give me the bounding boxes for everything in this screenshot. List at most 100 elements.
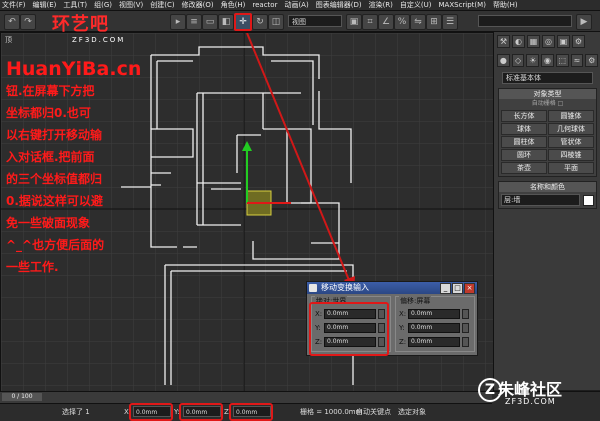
off-y-field[interactable]: 0.0mm xyxy=(408,323,460,333)
tutorial-line: 坐标都归0.也可 xyxy=(6,106,91,120)
reference-coord-dropdown[interactable]: 视图 xyxy=(288,15,342,27)
cylinder-button[interactable]: 圆柱体 xyxy=(501,136,547,148)
time-slider-frame[interactable]: 0 / 100 xyxy=(2,393,42,401)
named-selection-set[interactable] xyxy=(478,15,572,27)
name-color-title[interactable]: 名称和颜色 xyxy=(499,182,596,192)
select-by-name-icon[interactable]: ≡ xyxy=(186,14,202,30)
tutorial-line: 一些工作. xyxy=(6,260,59,274)
align-icon[interactable]: ⊞ xyxy=(426,14,442,30)
selected-objects-dropdown[interactable]: 选定对象 xyxy=(398,406,426,418)
menu-graph-editors[interactable]: 图表编辑器(D) xyxy=(316,0,362,10)
tutorial-line: 0.据说这样可以避 xyxy=(6,194,103,208)
window-crossing-icon[interactable]: ◧ xyxy=(218,14,234,30)
mirror-icon[interactable]: ⇋ xyxy=(410,14,426,30)
z-coord-highlight xyxy=(229,403,273,421)
menu-views[interactable]: 视图(V) xyxy=(119,0,143,10)
modify-tab-icon[interactable]: ◐ xyxy=(512,35,525,48)
systems-icon[interactable]: ⚙ xyxy=(585,54,599,67)
watermark-zf3d-bottom: ZF3D.COM xyxy=(505,397,556,406)
rect-select-icon[interactable]: ▭ xyxy=(202,14,218,30)
select-and-move-icon[interactable]: ✛ xyxy=(234,13,252,31)
object-buttons: 长方体 圆锥体 球体 几何球体 圆柱体 管状体 圆环 四棱锥 茶壶 平面 xyxy=(499,108,596,176)
menu-edit[interactable]: 编辑(E) xyxy=(33,0,57,10)
select-and-scale-icon[interactable]: ◫ xyxy=(268,14,284,30)
geometry-icon[interactable]: ● xyxy=(497,54,510,67)
maximize-icon[interactable]: □ xyxy=(452,283,463,294)
tutorial-line: 入对话框.把前面 xyxy=(6,150,95,164)
absolute-fields-highlight xyxy=(309,302,389,356)
auto-key-button[interactable]: 自动关键点 xyxy=(356,406,391,418)
off-x-spinner[interactable] xyxy=(462,309,469,319)
offset-screen-group: 偏移:屏幕 X: 0.0mm Y: 0.0mm Z: 0.0mm xyxy=(395,296,475,352)
dialog-app-icon xyxy=(309,284,317,292)
menu-rendering[interactable]: 渲染(R) xyxy=(369,0,393,10)
render-icon[interactable]: ▶ xyxy=(576,14,592,30)
select-object-icon[interactable]: ▸ xyxy=(170,14,186,30)
off-z-spinner[interactable] xyxy=(462,337,469,347)
menu-customize[interactable]: 自定义(U) xyxy=(400,0,432,10)
menu-create[interactable]: 创建(C) xyxy=(150,0,174,10)
dialog-title: 移动变换输入 xyxy=(321,283,369,292)
menu-modifiers[interactable]: 修改器(O) xyxy=(182,0,214,10)
autogrid-checkbox[interactable]: 自动栅格 □ xyxy=(499,99,596,108)
shapes-icon[interactable]: ◇ xyxy=(511,54,525,67)
menu-reactor[interactable]: reactor xyxy=(252,0,277,10)
menu-help[interactable]: 帮助(H) xyxy=(493,0,518,10)
menu-maxscript[interactable]: MAXScript(M) xyxy=(439,0,486,10)
object-color-swatch[interactable] xyxy=(583,194,594,206)
dialog-title-bar[interactable]: 移动变换输入 _ □ × xyxy=(307,282,477,294)
redo-icon[interactable]: ↷ xyxy=(20,14,36,30)
sphere-button[interactable]: 球体 xyxy=(501,123,547,135)
off-z-field[interactable]: 0.0mm xyxy=(408,337,460,347)
geosphere-button[interactable]: 几何球体 xyxy=(548,123,594,135)
motion-tab-icon[interactable]: ◎ xyxy=(542,35,555,48)
teapot-button[interactable]: 茶壶 xyxy=(501,162,547,174)
off-x-field[interactable]: 0.0mm xyxy=(408,309,460,319)
tutorial-text: 钮.在屏幕下方把 坐标都归0.也可 以右键打开移动输 入对话框.把前面 的三个坐… xyxy=(6,80,156,278)
minimize-icon[interactable]: _ xyxy=(440,283,451,294)
lights-icon[interactable]: ☀ xyxy=(526,54,540,67)
box-button[interactable]: 长方体 xyxy=(501,110,547,122)
tutorial-line: 钮.在屏幕下方把 xyxy=(6,84,95,98)
percent-snap-icon[interactable]: % xyxy=(394,14,410,30)
pivot-center-icon[interactable]: ▣ xyxy=(346,14,362,30)
hierarchy-tab-icon[interactable]: ▦ xyxy=(527,35,540,48)
category-dropdown[interactable]: 标准基本体 xyxy=(502,72,593,84)
tutorial-line: ^_^也方便后面的 xyxy=(6,238,105,252)
grid-size: 栅格 = 1000.0mm xyxy=(300,408,363,416)
torus-button[interactable]: 圆环 xyxy=(501,149,547,161)
angle-snap-icon[interactable]: ∠ xyxy=(378,14,394,30)
object-name-field[interactable]: 层:墙 xyxy=(501,194,580,206)
object-type-rollout: 对象类型 自动栅格 □ 长方体 圆锥体 球体 几何球体 圆柱体 管状体 圆环 四… xyxy=(498,88,597,177)
off-y-label: Y: xyxy=(399,324,405,332)
spacewarps-icon[interactable]: ≈ xyxy=(570,54,584,67)
menu-group[interactable]: 组(G) xyxy=(94,0,112,10)
selection-count: 选择了 1 xyxy=(62,408,90,416)
cone-button[interactable]: 圆锥体 xyxy=(548,110,594,122)
menu-tools[interactable]: 工具(T) xyxy=(63,0,87,10)
object-type-title[interactable]: 对象类型 xyxy=(499,89,596,99)
menu-animation[interactable]: 动画(A) xyxy=(284,0,308,10)
cameras-icon[interactable]: ◉ xyxy=(541,54,554,67)
plane-button[interactable]: 平面 xyxy=(548,162,594,174)
snap-toggle-icon[interactable]: ⌗ xyxy=(362,14,378,30)
select-and-rotate-icon[interactable]: ↻ xyxy=(252,14,268,30)
menu-file[interactable]: 文件(F) xyxy=(2,0,26,10)
helpers-icon[interactable]: ⬚ xyxy=(555,54,569,67)
tutorial-line: 的三个坐标值都归 xyxy=(6,172,103,186)
viewport-label[interactable]: 顶 xyxy=(5,35,12,45)
display-tab-icon[interactable]: ▣ xyxy=(557,35,570,48)
watermark-huanyiba-url: HuanYiBa.cn xyxy=(6,58,142,80)
pyramid-button[interactable]: 四棱锥 xyxy=(548,149,594,161)
x-coord-highlight xyxy=(129,403,173,421)
menu-character[interactable]: 角色(H) xyxy=(221,0,246,10)
create-tab-icon[interactable]: ⚒ xyxy=(497,35,510,48)
off-y-spinner[interactable] xyxy=(462,323,469,333)
tutorial-line: 以右键打开移动输 xyxy=(6,128,103,142)
tube-button[interactable]: 管状体 xyxy=(548,136,594,148)
undo-icon[interactable]: ↶ xyxy=(4,14,20,30)
utilities-tab-icon[interactable]: ⚙ xyxy=(572,35,585,48)
y-coord-highlight xyxy=(179,403,223,421)
close-icon[interactable]: × xyxy=(464,283,475,294)
layer-manager-icon[interactable]: ☰ xyxy=(442,14,458,30)
